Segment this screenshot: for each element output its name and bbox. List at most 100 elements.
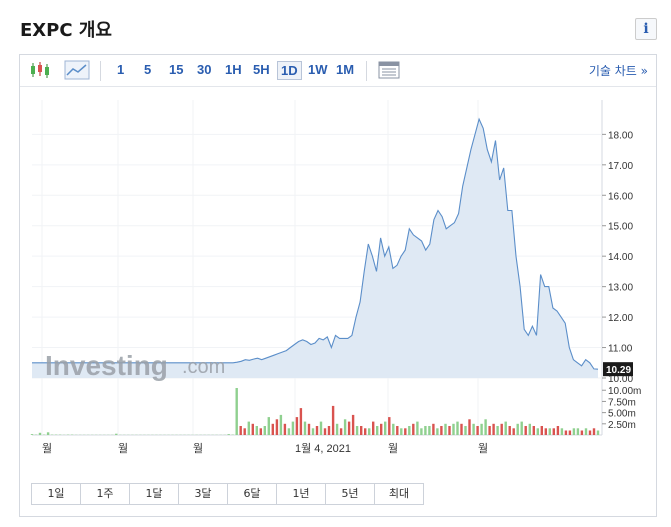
range-6-months[interactable]: 6달 (227, 483, 277, 505)
volume-bar (420, 428, 423, 435)
info-button[interactable]: i (635, 18, 657, 40)
volume-bar (516, 423, 519, 435)
timeframe-1h[interactable]: 1H (222, 61, 245, 78)
volume-bar (279, 414, 283, 435)
volume-bar (460, 423, 463, 435)
volume-bar (319, 421, 323, 435)
price-chart[interactable]: 18.00 17.00 16.00 15.00 14.00 13.00 12.00 11.00… (20, 88, 656, 483)
timeframe-15[interactable]: 15 (166, 61, 186, 78)
volume-bar (524, 426, 527, 435)
volume-bar (327, 426, 331, 435)
range-1-week[interactable]: 1주 (80, 483, 130, 505)
volume-bar (303, 421, 307, 435)
volume-bar (295, 417, 299, 435)
volume-tick-label: 7.50m (608, 397, 636, 408)
volume-bar (500, 423, 503, 435)
price-tick-label: 12.00 (608, 313, 633, 324)
price-tick-label: 16.00 (608, 191, 633, 202)
volume-bar (347, 421, 351, 435)
volume-bar (564, 430, 568, 435)
volume-bar (115, 433, 118, 435)
volume-bar (239, 426, 242, 435)
range-1-day[interactable]: 1일 (31, 483, 81, 505)
volume-bar (235, 388, 238, 435)
volume-bar (384, 421, 387, 435)
volume-bar (508, 426, 511, 435)
candlestick-icon[interactable] (28, 60, 54, 80)
watermark-suffix: .com (182, 356, 225, 378)
time-tick-label: 월 (118, 442, 128, 455)
volume-bar (339, 428, 343, 435)
technical-chart-link[interactable]: 기술 차트 » (589, 62, 648, 79)
volume-bar (596, 430, 600, 435)
range-1-year[interactable]: 1년 (276, 483, 326, 505)
volume-bar (472, 423, 475, 435)
volume-bar (468, 419, 471, 435)
volume-bar (355, 426, 359, 435)
price-area (32, 119, 598, 378)
volume-bar (299, 408, 303, 435)
volume-bar (335, 423, 339, 435)
volume-bar (492, 423, 495, 435)
volume-bar (428, 426, 431, 435)
timeframe-1m[interactable]: 1M (333, 61, 357, 78)
volume-bar (520, 421, 523, 435)
current-price-label: 10.29 (606, 365, 631, 376)
volume-bar (448, 426, 451, 435)
volume-bar (243, 428, 246, 435)
volume-bar (476, 426, 479, 435)
volume-bar (560, 428, 564, 435)
volume-bar (496, 426, 499, 435)
volume-bar (592, 428, 596, 435)
volume-bar (552, 428, 555, 435)
volume-bar (283, 423, 287, 435)
volume-bar (323, 428, 327, 435)
watermark-main: Investing (45, 350, 168, 381)
toolbar-divider (100, 61, 101, 81)
volume-bar (584, 428, 588, 435)
timeframe-1[interactable]: 1 (114, 61, 127, 78)
volume-bar (251, 423, 254, 435)
range-5-years[interactable]: 5년 (325, 483, 375, 505)
volume-bar (588, 430, 592, 435)
volume-bar (544, 428, 547, 435)
volume-bar (267, 417, 270, 435)
volume-bar (311, 428, 315, 435)
volume-bar (396, 426, 399, 435)
volume-bar (532, 426, 535, 435)
price-tick-label: 13.00 (608, 283, 633, 294)
volume-bar (572, 428, 576, 435)
table-view-icon[interactable] (376, 60, 402, 80)
watermark: Investing .com (45, 350, 225, 381)
range-1-month[interactable]: 1달 (129, 483, 179, 505)
volume-tick-label: 10.00m (608, 386, 641, 397)
timeframe-5h[interactable]: 5H (250, 61, 273, 78)
volume-bar (227, 434, 230, 435)
volume-bar (444, 423, 447, 435)
timeframe-1d[interactable]: 1D (277, 61, 302, 80)
timeframe-5[interactable]: 5 (141, 61, 154, 78)
time-tick-label: 월 (478, 442, 488, 455)
volume-bar (263, 426, 266, 435)
volume-bar (432, 423, 435, 435)
volume-bar (408, 426, 411, 435)
volume-bar (488, 426, 491, 435)
volume-bar (30, 434, 34, 435)
area-chart-icon[interactable] (64, 60, 90, 80)
price-tick-label: 15.00 (608, 222, 633, 233)
volume-bar (46, 432, 50, 435)
volume-bar (307, 423, 311, 435)
volume-bar (392, 423, 395, 435)
range-max[interactable]: 최대 (374, 483, 424, 505)
range-3-months[interactable]: 3달 (178, 483, 228, 505)
range-selector: 1일 1주 1달 3달 6달 1년 5년 최대 (31, 483, 424, 507)
volume-bar (259, 428, 262, 435)
volume-bar (255, 426, 258, 435)
timeframe-1w[interactable]: 1W (305, 61, 331, 78)
timeframe-30[interactable]: 30 (194, 61, 214, 78)
volume-bar (275, 419, 279, 435)
volume-bar (528, 423, 531, 435)
toolbar-divider (366, 61, 367, 81)
volume-bar (343, 419, 347, 435)
volume-bar (548, 428, 551, 435)
